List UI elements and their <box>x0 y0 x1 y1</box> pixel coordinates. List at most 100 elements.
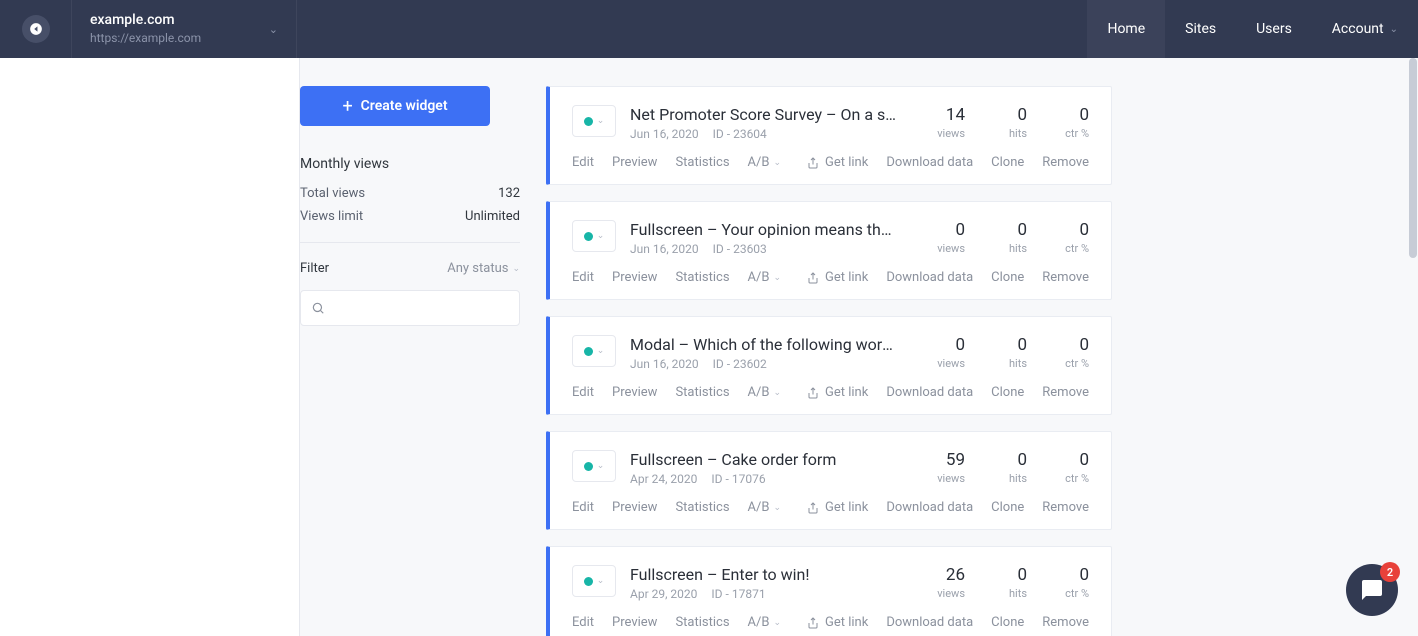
logo[interactable] <box>0 0 72 58</box>
action-statistics[interactable]: Statistics <box>675 155 729 170</box>
action-statistics[interactable]: Statistics <box>675 385 729 400</box>
stat-hits-value: 0 <box>993 335 1027 355</box>
action-download[interactable]: Download data <box>886 385 973 400</box>
widget-status-chip[interactable]: ⌄ <box>572 105 616 137</box>
views-limit-value: Unlimited <box>465 209 520 224</box>
action-download[interactable]: Download data <box>886 155 973 170</box>
stat-hits-value: 0 <box>993 220 1027 240</box>
action-remove[interactable]: Remove <box>1042 155 1089 170</box>
action-preview[interactable]: Preview <box>612 615 657 630</box>
plus-icon: + <box>342 96 352 117</box>
widget-status-chip[interactable]: ⌄ <box>572 565 616 597</box>
action-getlink[interactable]: Get link <box>807 385 868 400</box>
stat-views-label: views <box>931 472 965 485</box>
widget-card: ⌄ Fullscreen – Enter to win! Apr 29, 202… <box>546 546 1112 636</box>
action-edit[interactable]: Edit <box>572 500 594 515</box>
nav-home[interactable]: Home <box>1087 0 1165 58</box>
action-getlink[interactable]: Get link <box>807 500 868 515</box>
widget-card: ⌄ Fullscreen – Your opinion means the wo… <box>546 201 1112 300</box>
widget-status-chip[interactable]: ⌄ <box>572 220 616 252</box>
action-statistics[interactable]: Statistics <box>675 500 729 515</box>
action-getlink[interactable]: Get link <box>807 155 868 170</box>
views-limit-label: Views limit <box>300 209 363 224</box>
filter-status-dropdown[interactable]: Any status ⌄ <box>447 261 520 276</box>
search-input[interactable] <box>333 301 509 316</box>
widget-title[interactable]: Modal – Which of the following words wo… <box>630 335 900 354</box>
sidebar: + Create widget Monthly views Total view… <box>300 58 520 636</box>
share-icon <box>807 502 819 514</box>
widget-list: ⌄ Net Promoter Score Survey – On a scale… <box>520 58 1418 636</box>
stat-ctr-value: 0 <box>1055 335 1089 355</box>
create-widget-button[interactable]: + Create widget <box>300 86 490 126</box>
action-remove[interactable]: Remove <box>1042 500 1089 515</box>
action-remove[interactable]: Remove <box>1042 270 1089 285</box>
widget-title[interactable]: Net Promoter Score Survey – On a scale f… <box>630 105 900 124</box>
action-edit[interactable]: Edit <box>572 155 594 170</box>
action-statistics[interactable]: Statistics <box>675 615 729 630</box>
action-clone[interactable]: Clone <box>991 500 1024 515</box>
chevron-down-icon: ⌄ <box>774 618 782 628</box>
widget-title[interactable]: Fullscreen – Cake order form <box>630 450 900 469</box>
monthly-views-title: Monthly views <box>300 156 520 172</box>
main-nav: Home Sites Users Account⌄ <box>1087 0 1418 58</box>
widget-title[interactable]: Fullscreen – Enter to win! <box>630 565 900 584</box>
action-clone[interactable]: Clone <box>991 270 1024 285</box>
chevron-down-icon: ⌄ <box>597 116 605 126</box>
nav-account[interactable]: Account⌄ <box>1312 0 1418 58</box>
status-dot-icon <box>584 347 593 356</box>
nav-sites[interactable]: Sites <box>1165 0 1236 58</box>
stat-hits-value: 0 <box>993 450 1027 470</box>
scrollbar[interactable] <box>1408 58 1418 636</box>
action-ab[interactable]: A/B⌄ <box>748 500 782 515</box>
site-selector[interactable]: example.com https://example.com ⌄ <box>72 0 297 58</box>
action-remove[interactable]: Remove <box>1042 615 1089 630</box>
share-icon <box>807 387 819 399</box>
action-preview[interactable]: Preview <box>612 155 657 170</box>
action-download[interactable]: Download data <box>886 615 973 630</box>
status-dot-icon <box>584 577 593 586</box>
action-clone[interactable]: Clone <box>991 385 1024 400</box>
action-ab[interactable]: A/B⌄ <box>748 615 782 630</box>
stat-views-value: 14 <box>931 105 965 125</box>
total-views-label: Total views <box>300 186 365 201</box>
stat-views-value: 0 <box>931 335 965 355</box>
action-preview[interactable]: Preview <box>612 500 657 515</box>
stat-views-label: views <box>931 127 965 140</box>
search-icon <box>311 301 325 315</box>
action-getlink[interactable]: Get link <box>807 270 868 285</box>
action-clone[interactable]: Clone <box>991 155 1024 170</box>
widget-status-chip[interactable]: ⌄ <box>572 335 616 367</box>
widget-date: Apr 24, 2020 <box>630 472 697 486</box>
widget-id: ID - 17871 <box>711 587 765 601</box>
action-download[interactable]: Download data <box>886 500 973 515</box>
stat-ctr-value: 0 <box>1055 105 1089 125</box>
action-edit[interactable]: Edit <box>572 615 594 630</box>
chevron-down-icon: ⌄ <box>597 461 605 471</box>
action-ab[interactable]: A/B⌄ <box>748 270 782 285</box>
stat-hits-label: hits <box>993 587 1027 600</box>
action-download[interactable]: Download data <box>886 270 973 285</box>
search-box[interactable] <box>300 290 520 326</box>
chat-button[interactable]: 2 <box>1346 564 1398 616</box>
widget-title[interactable]: Fullscreen – Your opinion means the worl… <box>630 220 900 239</box>
widget-date: Apr 29, 2020 <box>630 587 697 601</box>
status-dot-icon <box>584 117 593 126</box>
action-preview[interactable]: Preview <box>612 270 657 285</box>
chevron-down-icon: ⌄ <box>774 503 782 513</box>
nav-users[interactable]: Users <box>1236 0 1312 58</box>
action-clone[interactable]: Clone <box>991 615 1024 630</box>
action-preview[interactable]: Preview <box>612 385 657 400</box>
action-edit[interactable]: Edit <box>572 270 594 285</box>
total-views-value: 132 <box>498 186 520 201</box>
chevron-down-icon: ⌄ <box>597 231 605 241</box>
action-edit[interactable]: Edit <box>572 385 594 400</box>
action-getlink[interactable]: Get link <box>807 615 868 630</box>
action-statistics[interactable]: Statistics <box>675 270 729 285</box>
action-remove[interactable]: Remove <box>1042 385 1089 400</box>
widget-date: Jun 16, 2020 <box>630 357 699 371</box>
scrollbar-thumb[interactable] <box>1409 58 1417 258</box>
widget-id: ID - 23604 <box>713 127 767 141</box>
action-ab[interactable]: A/B⌄ <box>748 155 782 170</box>
widget-status-chip[interactable]: ⌄ <box>572 450 616 482</box>
action-ab[interactable]: A/B⌄ <box>748 385 782 400</box>
